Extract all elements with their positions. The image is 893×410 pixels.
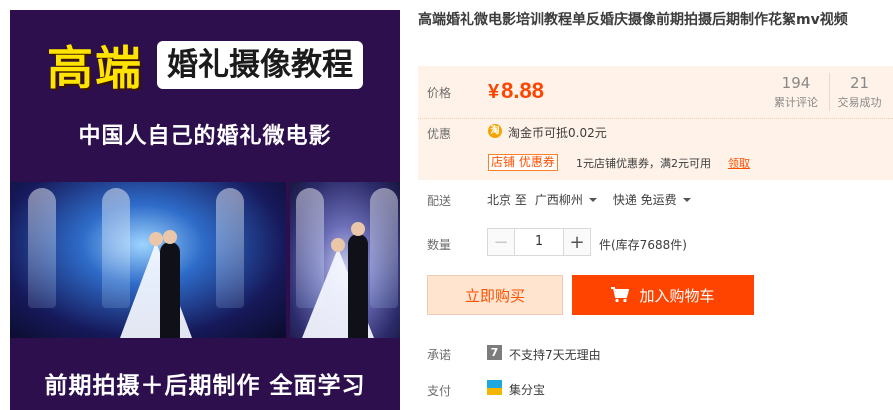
shipping-method[interactable]: 快递 免运费	[613, 191, 677, 208]
price-panel: 价格 ¥8.88 194 累计评论 21 交易成功 优惠 淘 淘金币可抵0.02…	[418, 66, 893, 180]
buy-now-button[interactable]: 立即购买	[427, 275, 563, 315]
cart-icon	[611, 287, 630, 303]
delivery-info: 北京 至 广西柳州 快递 免运费	[487, 191, 699, 208]
wedding-photo-couple	[290, 182, 400, 338]
transaction-count-value: 21	[849, 74, 870, 92]
transaction-count: 21 交易成功	[829, 73, 889, 111]
chevron-down-icon[interactable]	[682, 197, 691, 202]
price-value: ¥8.88	[488, 78, 544, 104]
add-to-cart-button[interactable]: 加入购物车	[572, 275, 754, 315]
wedding-photo-stage	[10, 182, 286, 338]
delivery-label: 配送	[427, 194, 452, 208]
coin-deduction-text: 淘金币可抵0.02元	[508, 126, 607, 140]
chevron-down-icon[interactable]	[588, 197, 597, 202]
promise-text: 不支持7天无理由	[509, 348, 601, 362]
price-amount: 8.88	[501, 78, 544, 103]
delivery-destination[interactable]: 广西柳州	[535, 191, 583, 208]
coin-icon: 淘	[488, 124, 502, 138]
increase-quantity-button[interactable]: +	[563, 228, 591, 256]
payment-label: 支付	[427, 384, 452, 398]
quantity-input[interactable]: 1	[515, 228, 563, 256]
payment-text: 集分宝	[509, 383, 546, 397]
wedding-photos	[10, 182, 400, 338]
jifenbao-icon	[487, 380, 502, 395]
product-image: 高端 婚礼摄像教程 中国人自己的婚礼微电影 前期拍摄＋后期制作 全面学习	[10, 10, 400, 410]
banner-title-rest: 婚礼摄像教程	[157, 41, 363, 89]
stock-text: 件(库存7688件)	[599, 238, 687, 252]
transaction-count-label: 交易成功	[837, 96, 882, 109]
divider	[418, 118, 893, 119]
price-label: 价格	[427, 86, 452, 100]
promise-label: 承诺	[427, 348, 452, 362]
currency-symbol: ¥	[488, 81, 500, 103]
no-return-icon: 7	[487, 345, 502, 360]
banner-title: 高端 婚礼摄像教程	[10, 30, 400, 100]
decrease-quantity-button[interactable]: −	[487, 228, 515, 256]
promotion-label: 优惠	[427, 127, 452, 141]
sales-stats: 194 累计评论 21 交易成功	[763, 73, 889, 111]
banner-footer: 前期拍摄＋后期制作 全面学习	[44, 373, 366, 399]
quantity-label: 数量	[427, 238, 452, 252]
product-title: 高端婚礼微电影培训教程单反婚庆摄像前期拍摄后期制作花絮mv视频	[418, 12, 848, 28]
claim-coupon-link[interactable]: 领取	[728, 155, 750, 171]
review-count-value: 194	[781, 74, 811, 92]
delivery-origin: 北京 至	[487, 193, 527, 207]
coupon-text: 1元店铺优惠券，满2元可用	[576, 157, 711, 170]
add-to-cart-label: 加入购物车	[639, 286, 715, 305]
banner-subtitle: 中国人自己的婚礼微电影	[78, 124, 332, 149]
shop-coupon-badge: 店铺 优惠券	[488, 154, 558, 171]
review-count-label: 累计评论	[774, 96, 818, 109]
quantity-stepper: − 1 +	[487, 228, 591, 256]
review-count[interactable]: 194 累计评论	[763, 73, 829, 111]
banner-title-strong: 高端	[47, 41, 143, 95]
